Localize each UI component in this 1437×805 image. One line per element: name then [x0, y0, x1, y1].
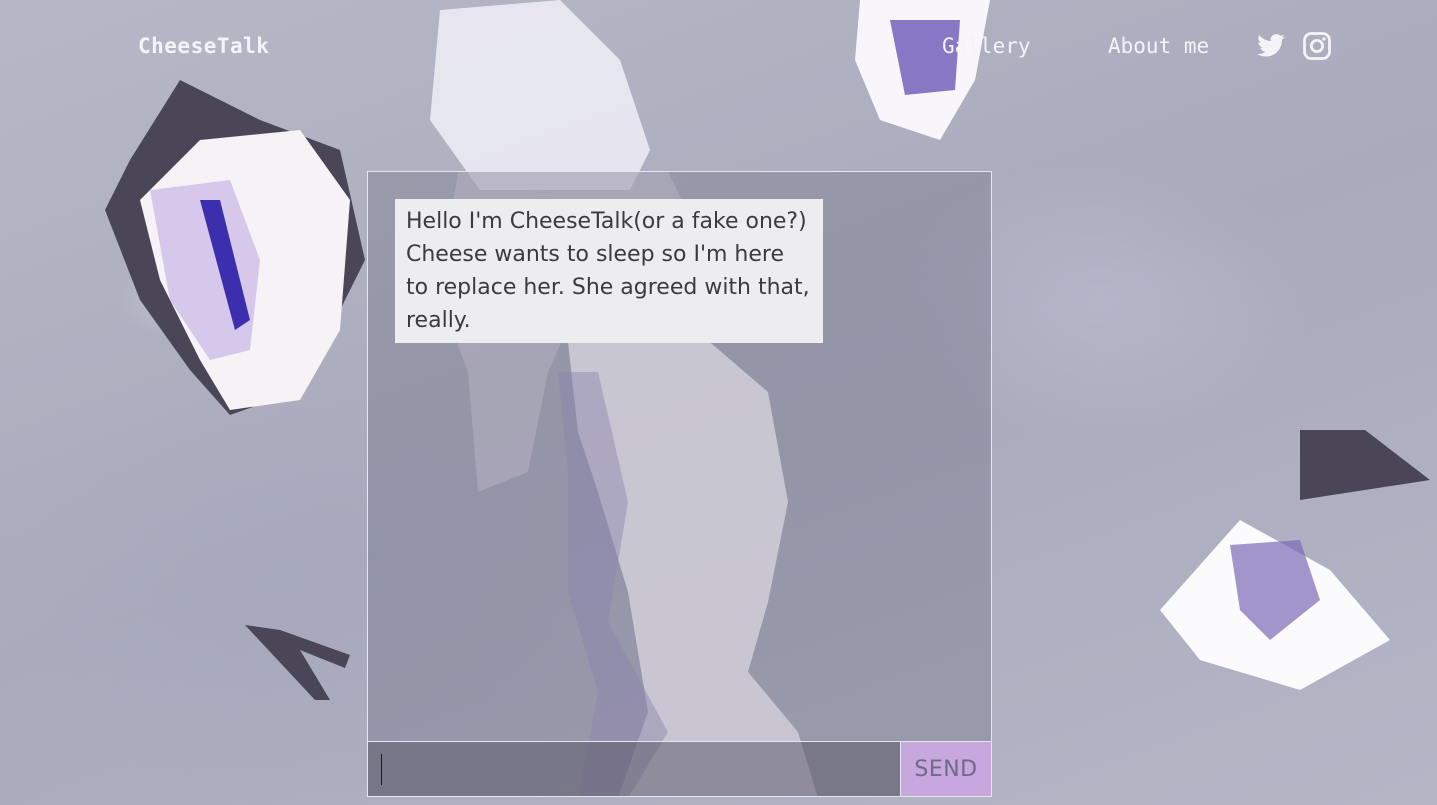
chat-input-row: SEND: [368, 741, 991, 796]
chat-window: Hello I'm CheeseTalk(or a fake one?) Che…: [367, 171, 992, 797]
send-button[interactable]: SEND: [901, 742, 991, 796]
top-nav: CheeseTalk Gallery About me: [0, 0, 1437, 95]
nav-link-gallery[interactable]: Gallery: [942, 34, 1031, 58]
twitter-icon[interactable]: [1256, 31, 1286, 61]
nav-link-about[interactable]: About me: [1108, 34, 1209, 58]
bot-message-bubble: Hello I'm CheeseTalk(or a fake one?) Che…: [395, 199, 823, 343]
chat-message-input[interactable]: [368, 742, 901, 796]
text-caret: [381, 754, 382, 785]
brand-logo[interactable]: CheeseTalk: [138, 34, 269, 58]
instagram-icon[interactable]: [1302, 31, 1332, 61]
